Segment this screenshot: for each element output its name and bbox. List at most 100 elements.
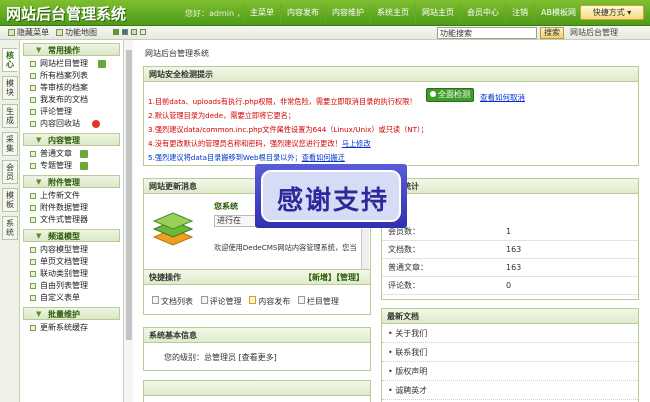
tab-core[interactable]: 核心 [2, 48, 18, 72]
sidebar-group-header[interactable]: ▼ 常用操作 [23, 43, 120, 56]
function-search-input[interactable] [437, 27, 537, 39]
hide-menu-button[interactable]: 隐藏菜单 [8, 27, 49, 39]
modify-now-link[interactable]: 马上修改 [342, 139, 371, 148]
latest-doc-item[interactable]: • 版权声明 [382, 362, 638, 381]
nav-logout[interactable]: 注销 [505, 4, 534, 22]
nav-site-home[interactable]: 网站主页 [415, 4, 460, 22]
cancel-guide-link[interactable]: 查看如何取消 [480, 92, 525, 103]
add-icon[interactable] [80, 162, 88, 170]
warning-text: 4.没有更改默认的管理员名称和密码，强烈建议您进行更改！ [148, 139, 342, 148]
thanks-popup[interactable]: 感谢支持 [255, 164, 407, 228]
move-guide-link[interactable]: 查看如何搬迁 [302, 153, 345, 162]
quick-title: 快捷操作 [149, 273, 181, 282]
latest-doc-item[interactable]: • 诚聘英才 [382, 381, 638, 400]
item-label: 普通文章 [40, 149, 72, 158]
hide-menu-label: 隐藏菜单 [17, 28, 49, 37]
doc-icon [152, 296, 159, 304]
stats-row: 评论数： 0 [382, 277, 638, 295]
column-icon [297, 296, 305, 304]
sidebar-item-pending-docs[interactable]: 等审核的档案 [20, 82, 123, 94]
view-blue-icon[interactable] [122, 29, 128, 35]
sidebar-group-common: ▼ 常用操作 网站栏目管理 所有档案列表 等审核的档案 我发布的文档 评论管理 内… [20, 43, 123, 130]
sidebar-group-header[interactable]: ▼ 附件管理 [23, 175, 120, 188]
sidebar-item-update-cache[interactable]: 更新系统缓存 [20, 322, 123, 334]
quick-label: 内容发布 [258, 297, 291, 306]
sidebar-group-header[interactable]: ▼ 频道模型 [23, 229, 120, 242]
tab-system[interactable]: 系统 [2, 216, 18, 240]
sidebar-item-column-manage[interactable]: 网站栏目管理 [20, 58, 123, 70]
collapse-arrow-icon: ▼ [36, 232, 42, 240]
nav-member-center[interactable]: 会员中心 [460, 4, 505, 22]
add-icon[interactable] [80, 150, 88, 158]
view-more-link[interactable]: [查看更多] [239, 353, 277, 362]
sidebar-item-comments[interactable]: 评论管理 [20, 106, 123, 118]
system-title: 您系统 [214, 202, 238, 211]
item-icon [30, 205, 36, 211]
nav-maintain[interactable]: 内容维护 [325, 4, 370, 22]
warning-line-2: 2.默认管理目录为dede，需要立即将它更名； [148, 111, 296, 120]
view-grey-icon[interactable] [131, 29, 137, 35]
sidebar-item-content-model[interactable]: 内容模型管理 [20, 244, 123, 256]
item-label: 联动类别管理 [40, 269, 88, 278]
quick-item-doc-list[interactable]: 文档列表 [152, 296, 193, 306]
sidebar-item-free-list[interactable]: 自由列表管理 [20, 280, 123, 292]
stat-value: 163 [506, 245, 522, 254]
nav-main-menu[interactable]: 主菜单 [243, 4, 280, 22]
tab-template[interactable]: 模板 [2, 188, 18, 212]
scrollbar-thumb[interactable] [126, 50, 132, 340]
category-tabs: 核心 模块 生成 采集 会员 模板 系统 [0, 40, 20, 402]
tab-collect[interactable]: 采集 [2, 132, 18, 156]
latest-doc-item[interactable]: • 联系我们 [382, 343, 638, 362]
sidebar-item-attach-data[interactable]: 附件数据管理 [20, 202, 123, 214]
quick-item-publish[interactable]: 内容发布 [249, 296, 291, 306]
quick-item-columns[interactable]: 栏目管理 [297, 296, 339, 306]
layers-icon [152, 212, 194, 246]
sidebar-item-all-docs[interactable]: 所有档案列表 [20, 70, 123, 82]
nav-system-home[interactable]: 系统主页 [370, 4, 415, 22]
toolbar: 隐藏菜单 功能地图 搜索 网站后台管理 [0, 26, 650, 40]
full-scan-button[interactable]: 全面检测 [426, 88, 474, 102]
sidebar-scrollbar[interactable] [123, 40, 133, 402]
level-value: 总管理员 [204, 353, 236, 362]
nav-publish[interactable]: 内容发布 [280, 4, 325, 22]
view-green-icon[interactable] [113, 29, 119, 35]
toolbar-current-location: 网站后台管理 [570, 28, 618, 37]
nav-ab-template[interactable]: AB模板网 [534, 4, 582, 22]
add-icon[interactable] [98, 60, 106, 68]
sidebar-group-channel: ▼ 频道模型 内容模型管理 单页文档管理 联动类别管理 自由列表管理 自定义表单 [20, 229, 123, 304]
item-label: 网站栏目管理 [40, 59, 88, 68]
latest-docs-panel: 最新文档 • 关于我们 • 联系我们 • 版权声明 • 诚聘英才 [381, 308, 639, 402]
item-label: 文件式管理器 [40, 215, 88, 224]
sidebar-item-file-manager[interactable]: 文件式管理器 [20, 214, 123, 226]
sidebar-item-custom-form[interactable]: 自定义表单 [20, 292, 123, 304]
quick-access-button[interactable]: 快捷方式 ▾ [580, 5, 644, 20]
latest-doc-item[interactable]: • 关于我们 [382, 324, 638, 343]
sidebar-item-linkage[interactable]: 联动类别管理 [20, 268, 123, 280]
quick-add-manage-links[interactable]: 【新增】【管理】 [304, 270, 364, 285]
panel-title: 快捷操作 【新增】【管理】 [144, 270, 370, 285]
sidebar-item-my-docs[interactable]: 我发布的文档 [20, 94, 123, 106]
shield-icon [92, 120, 100, 128]
sidebar-item-upload[interactable]: 上传新文件 [20, 190, 123, 202]
function-map-button[interactable]: 功能地图 [56, 27, 97, 39]
sidebar-item-recycle[interactable]: 内容回收站 [20, 118, 123, 130]
sidebar-item-single-page[interactable]: 单页文档管理 [20, 256, 123, 268]
tab-module[interactable]: 模块 [2, 76, 18, 100]
quick-item-comments[interactable]: 评论管理 [200, 296, 242, 306]
sidebar-item-articles[interactable]: 普通文章 [20, 148, 123, 160]
sidebar-group-header[interactable]: ▼ 内容管理 [23, 133, 120, 146]
search-button[interactable]: 搜索 [540, 27, 564, 39]
view-light-icon[interactable] [140, 29, 146, 35]
tab-generate[interactable]: 生成 [2, 104, 18, 128]
item-icon [30, 271, 36, 277]
sidebar-group-header[interactable]: ▼ 批量维护 [23, 307, 120, 320]
tab-member[interactable]: 会员 [2, 160, 18, 184]
item-label: 更新系统缓存 [40, 323, 88, 332]
doc-title: 版权声明 [395, 367, 428, 376]
doc-title: 诚聘英才 [395, 386, 428, 395]
sidebar-item-topics[interactable]: 专题管理 [20, 160, 123, 172]
item-label: 我发布的文档 [40, 95, 88, 104]
stats-panel: 信息统计 会员数：1 文档数： 163 普通文章： 163 评论数： 0 [381, 178, 639, 300]
sidebar: ▼ 常用操作 网站栏目管理 所有档案列表 等审核的档案 我发布的文档 评论管理 内… [20, 40, 123, 402]
level-label: 您的级别： [164, 353, 204, 362]
